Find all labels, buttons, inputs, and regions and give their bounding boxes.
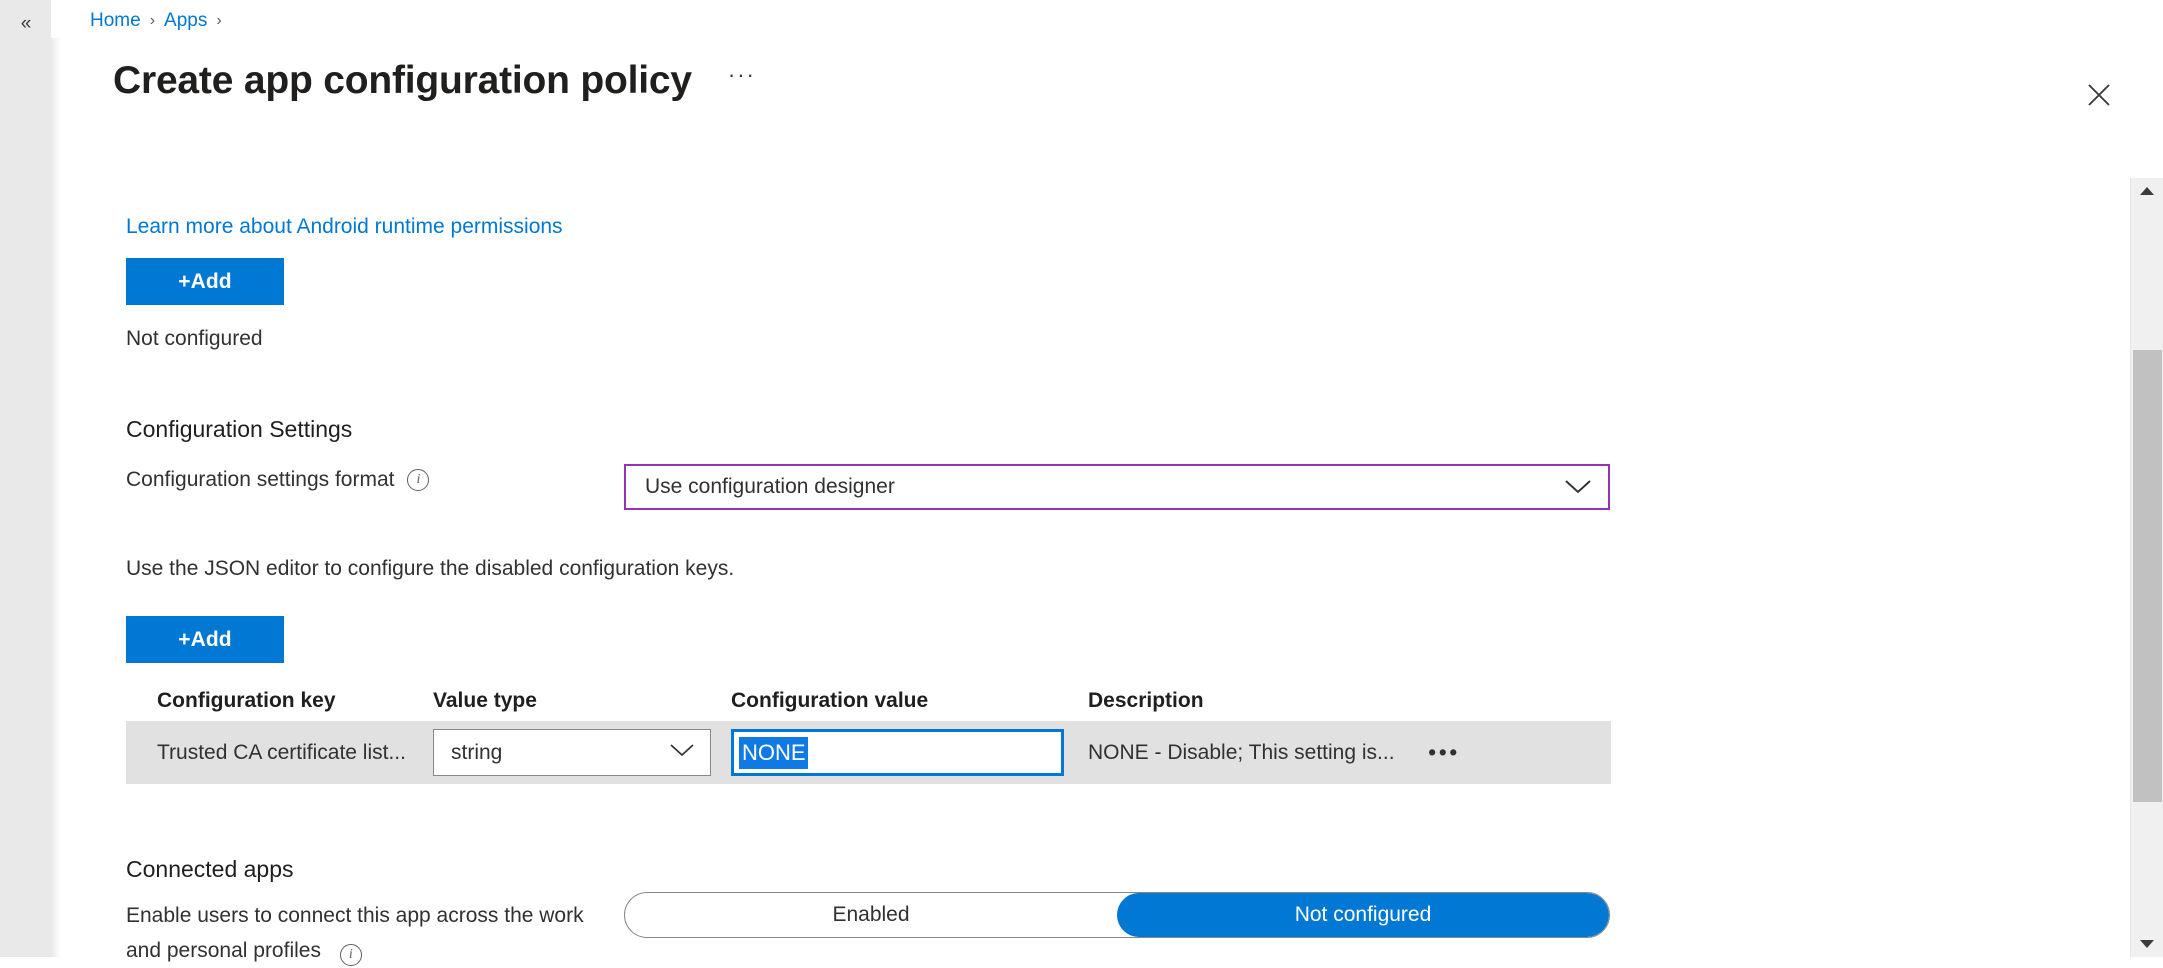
breadcrumb: Home › Apps › [90,9,231,33]
configuration-keys-table: Configuration key Value type Configurati… [126,681,1611,784]
breadcrumb-separator: › [216,12,222,29]
title-row: Create app configuration policy ··· [113,57,760,105]
info-icon[interactable]: i [407,469,430,491]
scroll-down-arrow-icon[interactable] [2131,931,2163,957]
configuration-settings-heading: Configuration Settings [126,416,353,442]
cell-configuration-value: NONE [731,729,1088,776]
runtime-permissions-status: Not configured [126,327,263,350]
json-editor-hint: Use the JSON editor to configure the dis… [126,557,735,580]
column-header-configuration-key: Configuration key [157,689,336,712]
connected-apps-toggle[interactable]: Enabled Not configured [624,892,1610,938]
column-header-value-type: Value type [433,689,537,712]
cell-value-type: string [433,729,731,776]
value-type-value: string [451,740,503,764]
scrollbar-thumb[interactable] [2133,350,2162,802]
cell-configuration-key: Trusted CA certificate list... [157,740,406,764]
ellipsis-horizontal-icon[interactable]: ··· [724,63,760,99]
column-header-description: Description [1088,689,1204,712]
column-header-configuration-value: Configuration value [731,689,929,712]
configuration-settings-format-value: Use configuration designer [645,475,895,498]
table-header-row: Configuration key Value type Configurati… [126,681,1611,721]
blade-content: Learn more about Android runtime permiss… [0,125,2112,966]
connected-apps-description-line-1: Enable users to connect this app across [126,904,499,927]
add-configuration-key-button[interactable]: +Add [126,616,284,663]
breadcrumb-item-apps[interactable]: Apps [164,9,207,33]
close-icon[interactable] [2080,76,2118,114]
row-overflow-menu-icon[interactable]: ••• [1422,731,1466,775]
configuration-settings-format-label: Configuration settings format i [126,466,430,494]
scroll-up-arrow-icon[interactable] [2131,178,2163,204]
chevron-down-icon [669,741,695,765]
breadcrumb-separator: › [149,12,156,29]
triangle-up [2140,187,2154,195]
chevron-down-icon [1564,478,1592,496]
description-text: NONE - Disable; This setting is... [1088,740,1395,764]
configuration-settings-format-dropdown[interactable]: Use configuration designer [624,464,1610,510]
toggle-option-enabled[interactable]: Enabled [625,893,1117,937]
table-row: Trusted CA certificate list... string NO… [126,721,1611,784]
double-chevron-left-icon[interactable]: « [9,6,43,40]
connected-apps-description: Enable users to connect this app across … [126,898,596,968]
value-type-dropdown[interactable]: string [433,729,711,776]
learn-more-link[interactable]: Learn more about Android runtime permiss… [126,213,563,240]
triangle-down [2140,940,2154,948]
info-icon[interactable]: i [339,943,362,966]
toggle-option-not-configured[interactable]: Not configured [1117,893,1609,937]
page-title: Create app configuration policy [113,59,692,102]
vertical-scrollbar[interactable] [2130,178,2163,957]
breadcrumb-item-home[interactable]: Home [90,9,141,33]
connected-apps-heading: Connected apps [126,856,294,882]
configuration-value-text: NONE [739,736,808,769]
configuration-value-input[interactable]: NONE [731,729,1064,776]
cell-description: NONE - Disable; This setting is... ••• [1088,731,1508,775]
field-label-text: Configuration settings format [126,468,395,491]
azure-portal-blade: « Home › Apps › Create app configuration… [0,0,2163,966]
add-runtime-permission-button[interactable]: +Add [126,258,284,305]
